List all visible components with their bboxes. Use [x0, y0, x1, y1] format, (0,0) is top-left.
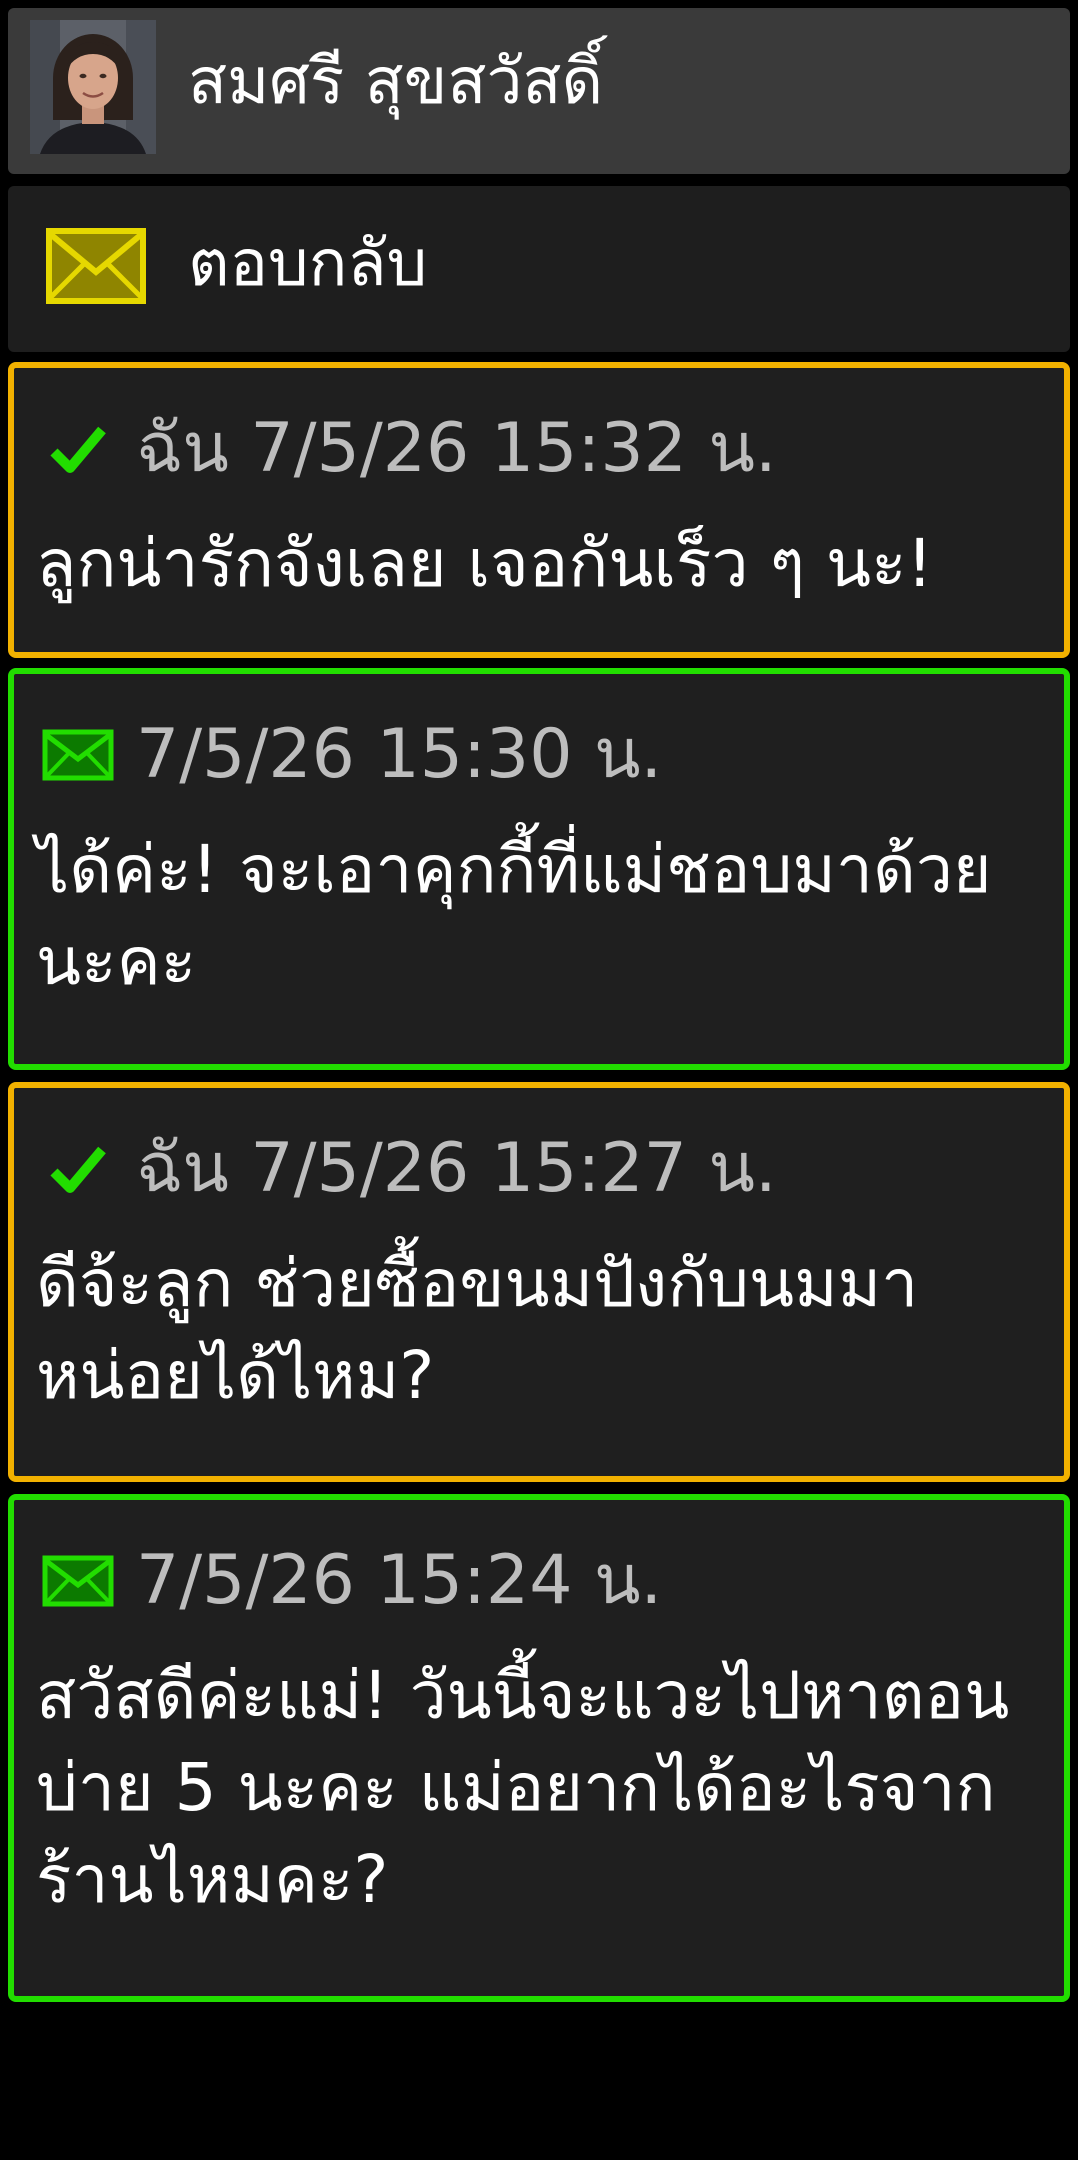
- envelope-icon: [46, 228, 146, 304]
- contact-avatar: [30, 20, 156, 154]
- reply-button[interactable]: ตอบกลับ: [8, 186, 1070, 352]
- message-text: ได้ค่ะ! จะเอาคุกกี้ที่แม่ชอบมาด้วยนะคะ: [36, 831, 992, 1000]
- conversation-header[interactable]: สมศรี สุขสวัสดิ์: [8, 8, 1070, 174]
- message-meta: ฉัน 7/5/26 15:27 น.: [136, 1129, 777, 1208]
- message-text: ดีจ้ะลูก ช่วยซื้อขนมปังกับนมมาหน่อยได้ไห…: [36, 1245, 919, 1414]
- reply-label: ตอบกลับ: [188, 227, 428, 301]
- message-meta: 7/5/26 15:24 น.: [136, 1541, 663, 1620]
- message-text: ลูกน่ารักจังเลย เจอกันเร็ว ๆ นะ!: [36, 525, 933, 602]
- message-sent[interactable]: ฉัน 7/5/26 15:27 น. ดีจ้ะลูก ช่วยซื้อขนม…: [8, 1082, 1070, 1482]
- checkmark-icon: [40, 419, 116, 479]
- checkmark-icon: [40, 1139, 116, 1199]
- message-text: สวัสดีค่ะแม่! วันนี้จะแวะไปหาตอนบ่าย 5 น…: [36, 1657, 1010, 1918]
- message-meta: ฉัน 7/5/26 15:32 น.: [136, 409, 777, 488]
- message-meta: 7/5/26 15:30 น.: [136, 715, 663, 794]
- message-received[interactable]: 7/5/26 15:24 น. สวัสดีค่ะแม่! วันนี้จะแว…: [8, 1494, 1070, 2002]
- message-sent[interactable]: ฉัน 7/5/26 15:32 น. ลูกน่ารักจังเลย เจอก…: [8, 362, 1070, 658]
- envelope-icon: [40, 1551, 116, 1611]
- envelope-icon: [40, 725, 116, 785]
- contact-name: สมศรี สุขสวัสดิ์: [188, 45, 604, 119]
- avatar-photo-icon: [30, 20, 156, 154]
- message-received[interactable]: 7/5/26 15:30 น. ได้ค่ะ! จะเอาคุกกี้ที่แม…: [8, 668, 1070, 1070]
